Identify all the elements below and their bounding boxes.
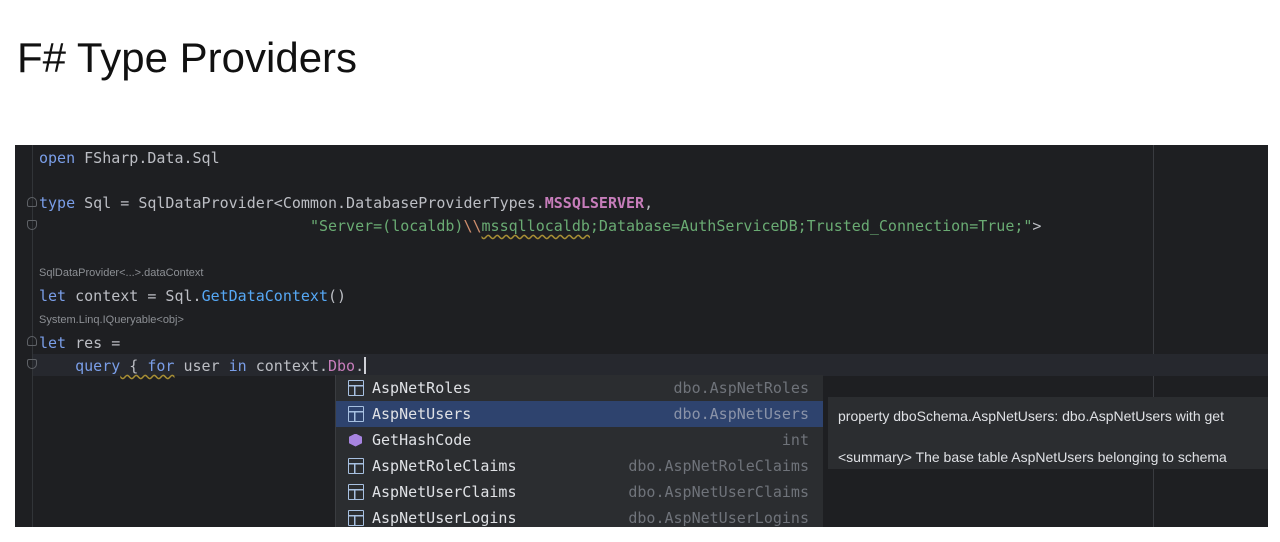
completion-item[interactable]: AspNetRoleClaims dbo.AspNetRoleClaims xyxy=(336,453,823,479)
escape-sequence: \\ xyxy=(463,217,482,235)
code-line-3[interactable]: "Server=(localdb)\\mssqllocaldb;Database… xyxy=(39,216,1042,236)
completion-item-type: dbo.AspNetUserClaims xyxy=(628,483,809,501)
completion-item[interactable]: AspNetUserClaims dbo.AspNetUserClaims xyxy=(336,479,823,505)
keyword: in xyxy=(228,357,247,375)
string-literal: ;Database=AuthServiceDB;Trusted_Connecti… xyxy=(589,217,1033,235)
code-text: { xyxy=(120,357,148,375)
code-line-2[interactable]: type Sql = SqlDataProvider<Common.Databa… xyxy=(39,193,653,213)
typo-squiggle: mssqllocaldb xyxy=(481,217,590,235)
keyword: type xyxy=(39,194,76,212)
table-icon xyxy=(348,510,364,526)
completion-item-type: int xyxy=(781,431,809,449)
fold-close-icon[interactable] xyxy=(27,359,37,369)
table-icon xyxy=(348,406,364,422)
string-literal: "Server=(localdb) xyxy=(309,217,464,235)
completion-item[interactable]: AspNetRoles dbo.AspNetRoles xyxy=(336,375,823,401)
code-line-5[interactable]: let res = xyxy=(39,333,120,353)
completion-item[interactable]: AspNetUsers dbo.AspNetUsers xyxy=(336,401,823,427)
completion-item-name: AspNetUserLogins xyxy=(372,509,517,527)
code-line-4[interactable]: let context = Sql.GetDataContext() xyxy=(39,286,346,306)
doc-signature: property dboSchema.AspNetUsers: dbo.AspN… xyxy=(838,408,1224,424)
code-line-6[interactable]: query { for user in context.Dbo. xyxy=(39,356,367,376)
method-name: GetDataContext xyxy=(201,287,328,305)
code-text: res = xyxy=(66,334,121,352)
completion-item[interactable]: GetHashCode int xyxy=(336,427,823,453)
keyword: query xyxy=(75,357,121,375)
code-text: context. xyxy=(246,357,328,375)
code-text: user xyxy=(174,357,229,375)
inlay-hint: SqlDataProvider<...>.dataContext xyxy=(39,267,204,279)
method-icon xyxy=(349,433,362,447)
code-text: > xyxy=(1032,217,1042,235)
code-text: . xyxy=(355,357,365,375)
table-icon xyxy=(348,380,364,396)
completion-item-type: dbo.AspNetUsers xyxy=(673,405,809,423)
completion-item-type: dbo.AspNetRoles xyxy=(673,379,809,397)
completion-item-name: AspNetUsers xyxy=(372,405,472,423)
completion-item-type: dbo.AspNetRoleClaims xyxy=(628,457,809,475)
code-text: Sql = SqlDataProvider<Common.DatabasePro… xyxy=(75,194,545,212)
completion-item-type: dbo.AspNetUserLogins xyxy=(628,509,809,527)
code-line-1[interactable]: open FSharp.Data.Sql xyxy=(39,148,220,168)
code-text: , xyxy=(644,194,654,212)
fold-close-icon[interactable] xyxy=(27,220,37,230)
inlay-hint: System.Linq.IQueryable<obj> xyxy=(39,314,184,326)
code-text: context = Sql. xyxy=(66,287,202,305)
completion-item[interactable]: AspNetUserLogins dbo.AspNetUserLogins xyxy=(336,505,823,527)
completion-popup[interactable]: AspNetRoles dbo.AspNetRoles AspNetUsers dbo… xyxy=(335,375,823,527)
code-text: () xyxy=(328,287,347,305)
enum-value: MSSQLSERVER xyxy=(544,194,645,212)
fold-open-icon[interactable] xyxy=(27,336,37,346)
completion-item-name: GetHashCode xyxy=(372,431,472,449)
table-icon xyxy=(348,458,364,474)
schema-name: Dbo xyxy=(328,357,356,375)
table-icon xyxy=(348,484,364,500)
fold-open-icon[interactable] xyxy=(27,197,37,207)
completion-item-name: AspNetRoles xyxy=(372,379,472,397)
completion-item-name: AspNetRoleClaims xyxy=(372,457,517,475)
keyword: open xyxy=(39,149,76,167)
right-margin-guide xyxy=(1153,145,1154,527)
code-text: FSharp.Data.Sql xyxy=(75,149,220,167)
documentation-popup: property dboSchema.AspNetUsers: dbo.AspN… xyxy=(828,397,1268,469)
completion-item-name: AspNetUserClaims xyxy=(372,483,517,501)
text-caret xyxy=(364,357,367,374)
slide-title: F# Type Providers xyxy=(17,34,358,81)
keyword: let xyxy=(39,334,67,352)
doc-summary: <summary> The base table AspNetUsers bel… xyxy=(838,449,1227,465)
keyword: let xyxy=(39,287,67,305)
keyword: for xyxy=(147,357,175,375)
